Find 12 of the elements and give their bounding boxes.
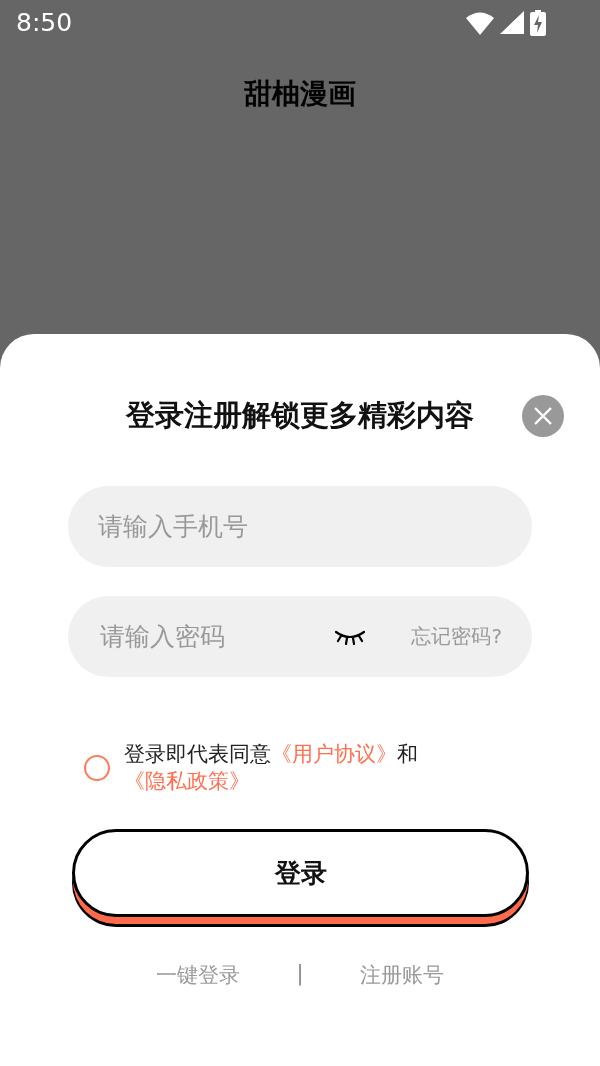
password-field[interactable]: 请输入密码 <box>98 621 326 652</box>
status-time: 8:50 <box>16 8 74 37</box>
policy-link[interactable]: 《隐私政策》 <box>124 769 250 793</box>
forgot-password-link[interactable]: 忘记密码? <box>411 623 502 650</box>
sheet-title: 登录注册解锁更多精彩内容 <box>126 397 474 434</box>
separator: | <box>296 961 304 988</box>
text-link[interactable]: 一键登录 <box>156 961 241 989</box>
policy-link[interactable]: 《用户协议》 <box>271 742 397 766</box>
text-link[interactable]: 注册账号 <box>359 961 444 989</box>
agreement-text: 登录即代表同意《用户协议》和 《隐私政策》 <box>124 741 419 795</box>
phone-field[interactable]: 请输入手机号 <box>68 486 532 567</box>
app-title: 甜柚漫画 <box>243 76 357 112</box>
